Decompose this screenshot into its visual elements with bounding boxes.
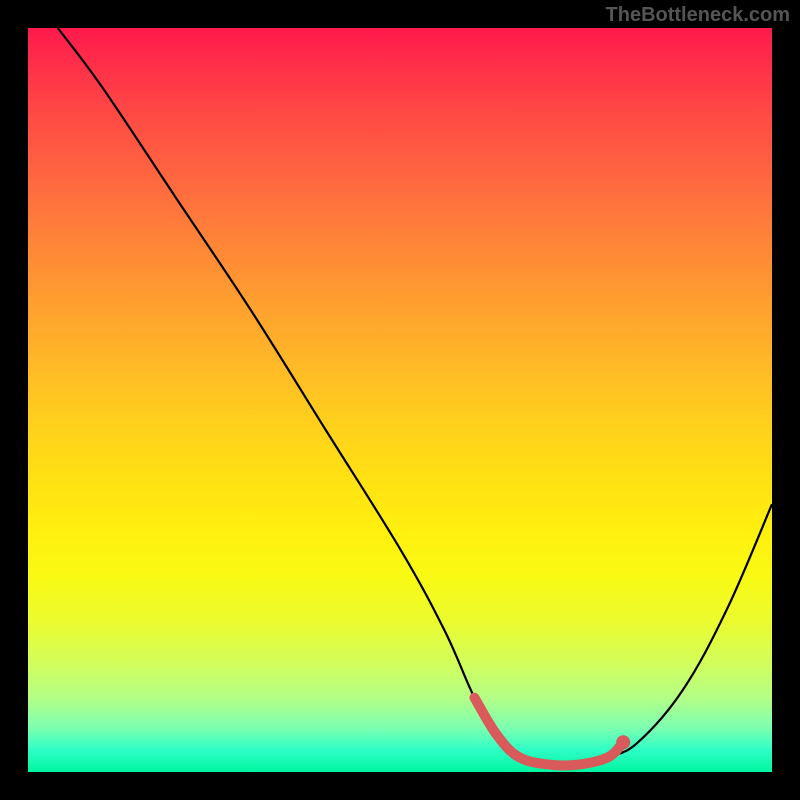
- chart-plot-area: [28, 28, 772, 772]
- highlight-segment: [474, 698, 623, 766]
- bottleneck-curve: [58, 28, 772, 766]
- chart-svg: [28, 28, 772, 772]
- watermark-text: TheBottleneck.com: [606, 4, 790, 27]
- highlight-dot: [616, 735, 630, 749]
